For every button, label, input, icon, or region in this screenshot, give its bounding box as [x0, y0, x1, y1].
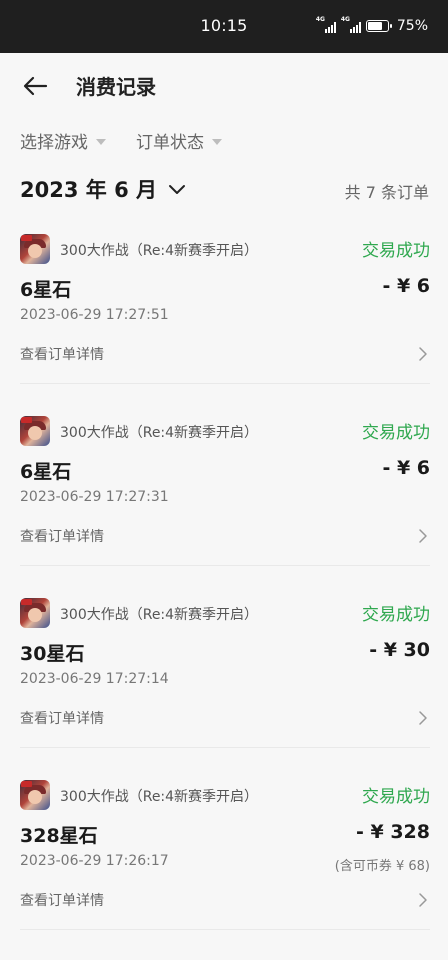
order-status-filter-label: 订单状态: [136, 132, 204, 153]
item-name: 6星石: [20, 461, 72, 483]
game-filter-dropdown[interactable]: 选择游戏: [20, 125, 106, 155]
order-amount: - ¥ 6: [382, 457, 430, 479]
order-status: 交易成功: [362, 241, 430, 261]
dropdown-triangle-icon: [96, 138, 106, 145]
battery-icon: [365, 20, 392, 32]
page-title: 消费记录: [76, 75, 156, 99]
chevron-right-icon: [419, 711, 427, 725]
game-name: 300大作战（Re:4新赛季开启）: [60, 789, 259, 805]
month-selector[interactable]: 2023 年 6 月: [20, 174, 187, 204]
order-time: 2023-06-29 17:27:51: [20, 307, 169, 323]
filter-bar: 选择游戏 订单状态: [20, 125, 222, 155]
order-time: 2023-06-29 17:27:31: [20, 489, 169, 505]
battery-level-fill: [367, 22, 382, 30]
order-amount: - ¥ 6: [382, 275, 430, 297]
game-avatar-icon: [20, 234, 50, 264]
order-game-row: 300大作战（Re:4新赛季开启） 交易成功: [20, 234, 430, 264]
month-label: 2023 年 6 月: [20, 178, 157, 202]
month-row: 2023 年 6 月 共 7 条订单: [20, 174, 429, 206]
signal-icon: 4G: [340, 16, 361, 33]
back-arrow-icon[interactable]: [20, 71, 50, 101]
chevron-right-icon: [419, 529, 427, 543]
dropdown-triangle-icon: [212, 138, 222, 145]
view-order-details-link[interactable]: 查看订单详情: [20, 523, 430, 549]
order-card: 300大作战（Re:4新赛季开启） 交易成功 6星石 - ¥ 6 2023-06…: [20, 234, 430, 384]
order-game-row: 300大作战（Re:4新赛季开启） 交易成功: [20, 780, 430, 810]
chevron-down-icon: [169, 185, 185, 194]
game-name: 300大作战（Re:4新赛季开启）: [60, 607, 259, 623]
order-game-row: 300大作战（Re:4新赛季开启） 交易成功: [20, 416, 430, 446]
game-name: 300大作战（Re:4新赛季开启）: [60, 425, 259, 441]
order-status: 交易成功: [362, 605, 430, 625]
signal-icon: 4G: [315, 16, 336, 33]
view-order-details-label: 查看订单详情: [20, 347, 104, 363]
order-amount: - ¥ 328: [356, 821, 430, 843]
order-card: 300大作战（Re:4新赛季开启） 交易成功 6星石 - ¥ 6 2023-06…: [20, 416, 430, 566]
view-order-details-link[interactable]: 查看订单详情: [20, 887, 430, 913]
view-order-details-label: 查看订单详情: [20, 711, 104, 727]
signal-network-label: 4G: [340, 16, 350, 23]
order-time: 2023-06-29 17:27:14: [20, 671, 169, 687]
view-order-details-label: 查看订单详情: [20, 893, 104, 909]
app-header: 消费记录: [0, 53, 448, 117]
order-count: 共 7 条订单: [344, 183, 429, 202]
view-order-details-link[interactable]: 查看订单详情: [20, 705, 430, 731]
game-avatar-icon: [20, 780, 50, 810]
chevron-right-icon: [419, 347, 427, 361]
order-game-row: 300大作战（Re:4新赛季开启） 交易成功: [20, 598, 430, 628]
signal-network-label: 4G: [315, 16, 325, 23]
battery-percent: 75%: [396, 18, 428, 34]
game-avatar-icon: [20, 598, 50, 628]
order-amount: - ¥ 30: [369, 639, 430, 661]
order-card: 300大作战（Re:4新赛季开启） 交易成功 328星石 - ¥ 328 202…: [20, 780, 430, 930]
view-order-details-link[interactable]: 查看订单详情: [20, 341, 430, 367]
view-order-details-label: 查看订单详情: [20, 529, 104, 545]
game-name: 300大作战（Re:4新赛季开启）: [60, 243, 259, 259]
voucher-note: (含可币券 ¥ 68): [334, 859, 430, 874]
order-card: 300大作战（Re:4新赛季开启） 交易成功 30星石 - ¥ 30 2023-…: [20, 598, 430, 748]
order-time: 2023-06-29 17:26:17: [20, 853, 169, 869]
game-filter-label: 选择游戏: [20, 132, 88, 153]
order-status-filter-dropdown[interactable]: 订单状态: [136, 125, 222, 155]
item-name: 6星石: [20, 279, 72, 301]
item-name: 328星石: [20, 825, 98, 847]
order-status: 交易成功: [362, 787, 430, 807]
game-avatar-icon: [20, 416, 50, 446]
chevron-right-icon: [419, 893, 427, 907]
order-status: 交易成功: [362, 423, 430, 443]
status-bar: 10:15 4G 4G 75%: [0, 0, 448, 53]
status-icons: 4G 4G 75%: [315, 16, 428, 35]
item-name: 30星石: [20, 643, 85, 665]
